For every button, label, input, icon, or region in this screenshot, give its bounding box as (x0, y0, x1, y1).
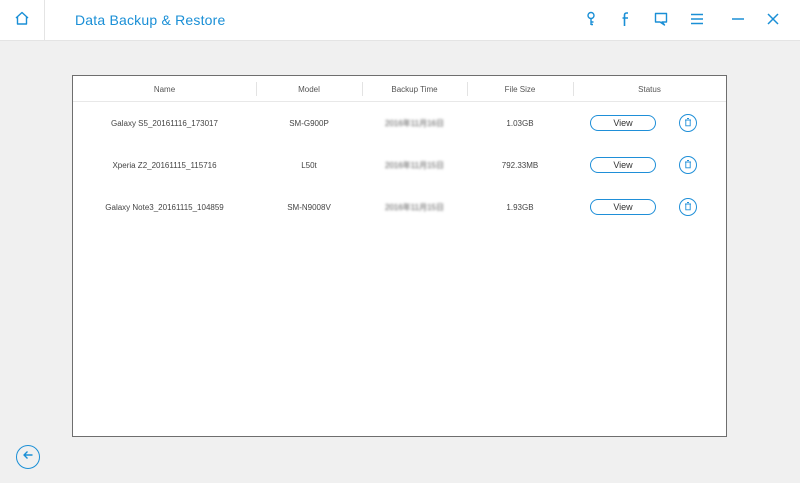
table-row: Galaxy S5_20161116_173017 SM-G900P 2016年… (73, 102, 726, 144)
backup-name: Xperia Z2_20161115_115716 (112, 160, 217, 170)
backup-time-cell: 2016年11月16日 (362, 102, 467, 144)
menu-icon (690, 12, 704, 31)
key-icon (584, 11, 598, 32)
facebook-button[interactable] (615, 10, 637, 32)
view-button[interactable]: View (590, 115, 656, 131)
file-size: 1.93GB (506, 202, 534, 212)
backup-time-cell: 2016年11月15日 (362, 186, 467, 228)
title-bar: Data Backup & Restore (0, 0, 800, 41)
back-button[interactable] (16, 445, 40, 469)
back-arrow-icon (22, 448, 34, 466)
view-button[interactable]: View (590, 157, 656, 173)
delete-button[interactable] (679, 114, 697, 132)
backup-name: Galaxy Note3_20161115_104859 (105, 202, 224, 212)
file-size: 1.03GB (506, 118, 534, 128)
table-row: Xperia Z2_20161115_115716 L50t 2016年11月1… (73, 144, 726, 186)
column-header-model: Model (298, 84, 320, 94)
feedback-icon (653, 11, 669, 32)
title-divider (44, 0, 45, 41)
file-size: 792.33MB (501, 160, 539, 170)
feedback-button[interactable] (650, 10, 672, 32)
minimize-icon (731, 12, 745, 31)
trash-icon (683, 114, 693, 132)
home-button[interactable] (0, 0, 44, 41)
trash-icon (683, 198, 693, 216)
delete-button[interactable] (679, 198, 697, 216)
device-model: L50t (301, 160, 317, 170)
column-header-status: Status (638, 84, 661, 94)
table-row: Galaxy Note3_20161115_104859 SM-N9008V 2… (73, 186, 726, 228)
delete-button[interactable] (679, 156, 697, 174)
app-title: Data Backup & Restore (75, 12, 226, 28)
close-button[interactable] (762, 10, 784, 32)
device-model: SM-N9008V (287, 202, 331, 212)
view-button[interactable]: View (590, 199, 656, 215)
backup-time: 2016年11月16日 (385, 118, 444, 128)
column-header-file-size: File Size (504, 84, 536, 94)
facebook-icon (620, 11, 632, 32)
device-model: SM-G900P (289, 118, 329, 128)
backup-time-cell: 2016年11月15日 (362, 144, 467, 186)
trash-icon (683, 156, 693, 174)
key-button[interactable] (580, 10, 602, 32)
close-icon (766, 12, 780, 31)
backup-time: 2016年11月15日 (385, 202, 444, 212)
minimize-button[interactable] (727, 10, 749, 32)
backup-list-panel: Name Model Backup Time File Size Status … (72, 75, 727, 437)
backup-time: 2016年11月15日 (385, 160, 444, 170)
column-header-name: Name (153, 84, 176, 94)
menu-button[interactable] (686, 10, 708, 32)
table-header: Name Model Backup Time File Size Status (73, 76, 726, 102)
home-icon (14, 10, 30, 31)
backup-name: Galaxy S5_20161116_173017 (111, 118, 218, 128)
column-header-backup-time: Backup Time (391, 84, 438, 94)
